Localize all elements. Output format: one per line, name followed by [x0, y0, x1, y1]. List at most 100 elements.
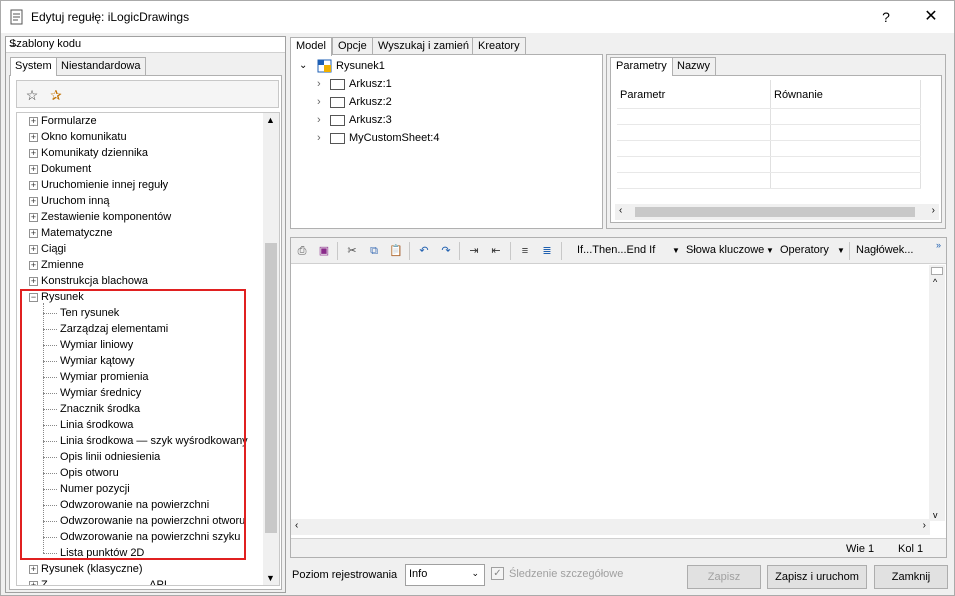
overflow-icon[interactable]: » [936, 240, 941, 250]
tab-names[interactable]: Nazwy [671, 57, 717, 75]
indent-icon[interactable]: ⇥ [466, 243, 482, 259]
scroll-up-icon[interactable]: ^ [933, 277, 937, 287]
sheet-icon [330, 79, 345, 90]
scroll-thumb[interactable] [635, 207, 915, 217]
save-button[interactable]: Zapisz [687, 565, 761, 589]
sheet-icon [330, 97, 345, 108]
print-preview-icon[interactable]: ▣ [316, 243, 332, 259]
expand-icon[interactable]: + [29, 277, 38, 286]
chevron-right-icon[interactable]: › [317, 112, 321, 128]
edit-favorite-icon[interactable]: ✰ [47, 86, 65, 104]
tab-search-replace[interactable]: Wyszukaj i zamień [372, 37, 475, 55]
sheet-label: Arkusz:2 [349, 96, 392, 108]
expand-icon[interactable]: + [29, 581, 38, 585]
tree-root-label: Rysunek1 [336, 60, 385, 72]
headers-dropdown[interactable]: Nagłówek... [856, 244, 913, 256]
sheet-label: Arkusz:3 [349, 114, 392, 126]
expand-icon[interactable]: + [29, 117, 38, 126]
column-equation[interactable]: Równanie [774, 89, 823, 101]
close-button[interactable]: Zamknij [874, 565, 948, 589]
grid-line [617, 156, 921, 157]
tree-item-label: Matematyczne [41, 227, 113, 239]
expand-icon[interactable]: + [29, 229, 38, 238]
print-icon[interactable]: ⎙ [294, 243, 310, 259]
tree-item-label: Formularze [41, 115, 97, 127]
expand-icon[interactable]: + [29, 197, 38, 206]
dialog-window: Edytuj regułę: iLogicDrawings ? ✕ Szablo… [0, 0, 955, 596]
tree-item-label: Dokument [41, 163, 92, 175]
scroll-thumb[interactable] [265, 243, 277, 533]
expand-icon[interactable]: + [29, 245, 38, 254]
paste-icon[interactable]: 📋 [388, 243, 404, 259]
copy-icon[interactable]: ⧉ [366, 243, 382, 259]
expand-icon[interactable]: + [29, 165, 38, 174]
expand-icon[interactable]: + [29, 181, 38, 190]
chevron-right-icon[interactable]: › [317, 94, 321, 110]
keywords-dropdown[interactable]: Słowa kluczowe [686, 244, 764, 256]
tree-item-label: Komunikaty dziennika [41, 147, 149, 159]
chevron-down-icon[interactable]: ▼ [672, 246, 680, 255]
scroll-right-icon[interactable]: › [923, 520, 926, 531]
scroll-down-icon[interactable]: ▼ [266, 573, 275, 583]
scroll-left-icon[interactable]: ‹ [619, 205, 622, 216]
column-parameter[interactable]: Parametr [620, 89, 665, 101]
highlight-box [20, 289, 246, 560]
line-number: Wie 1 [846, 543, 875, 555]
code-editor[interactable]: ⎙ ▣ ✂ ⧉ 📋 ↶ ↷ ⇥ ⇤ ≡ ≣ If...Then...End If… [290, 237, 947, 558]
expand-icon[interactable]: + [29, 213, 38, 222]
scroll-right-icon[interactable]: › [932, 205, 935, 216]
scroll-left-icon[interactable]: ‹ [295, 520, 298, 531]
chevron-down-icon[interactable]: ▼ [837, 246, 845, 255]
redo-icon[interactable]: ↷ [438, 243, 454, 259]
chevron-right-icon[interactable]: › [317, 130, 321, 146]
uncomment-icon[interactable]: ≣ [539, 243, 555, 259]
sheet-icon [330, 133, 345, 144]
tab-custom[interactable]: Niestandardowa [56, 57, 146, 75]
close-window-button[interactable]: ✕ [913, 5, 949, 29]
scroll-thumb[interactable] [931, 267, 943, 275]
log-level-select[interactable]: Info ⌄ [405, 564, 485, 586]
editor-vscrollbar[interactable]: ^ v [929, 265, 945, 521]
pin-icon[interactable]: ⊥ [9, 38, 279, 49]
window-title: Edytuj regułę: iLogicDrawings [31, 10, 190, 24]
tree-item-label: Uruchomienie innej reguły [41, 179, 169, 191]
undo-icon[interactable]: ↶ [416, 243, 432, 259]
comment-icon[interactable]: ≡ [517, 243, 533, 259]
scroll-up-icon[interactable]: ▲ [266, 115, 275, 125]
expand-icon[interactable]: + [29, 133, 38, 142]
editor-hscrollbar[interactable]: ‹ › [291, 519, 930, 535]
tab-model[interactable]: Model [290, 37, 332, 56]
tree-scrollbar[interactable]: ▲ ▼ [263, 113, 279, 585]
panel-header: Szablony kodu ⊥ [6, 37, 285, 53]
tree-item-label: Uruchom inną [41, 195, 110, 207]
tab-parameters[interactable]: Parametry [610, 57, 673, 76]
operators-dropdown[interactable]: Operatory [780, 244, 829, 256]
expand-icon[interactable]: + [29, 565, 38, 574]
grid-line [617, 172, 921, 173]
outdent-icon[interactable]: ⇤ [488, 243, 504, 259]
editor-toolbar: ⎙ ▣ ✂ ⧉ 📋 ↶ ↷ ⇥ ⇤ ≡ ≣ If...Then...End If… [291, 238, 946, 264]
cut-icon[interactable]: ✂ [344, 243, 360, 259]
chevron-right-icon[interactable]: › [317, 76, 321, 92]
tab-options[interactable]: Opcje [332, 37, 373, 55]
params-hscrollbar[interactable]: ‹ › [615, 204, 939, 220]
model-tree-panel: ⌄ Rysunek1 › Arkusz:1 › Arkusz:2 › Arkusz:3 › M… [290, 54, 603, 229]
tree-item-label: Okno komunikatu [41, 131, 127, 143]
tab-wizards[interactable]: Kreatory [472, 37, 526, 55]
expand-icon[interactable]: + [29, 149, 38, 158]
column-number: Kol 1 [898, 543, 924, 555]
help-button[interactable]: ? [871, 5, 901, 29]
chevron-down-icon[interactable]: ⌄ [299, 58, 307, 74]
grid-line [617, 108, 921, 109]
tree-item-label: Rysunek (klasyczne) [41, 563, 143, 575]
save-and-run-button[interactable]: Zapisz i uruchom [767, 565, 867, 589]
detailed-tracking-checkbox[interactable]: ✓ [491, 567, 504, 580]
sheet-icon [330, 115, 345, 126]
expand-icon[interactable]: + [29, 261, 38, 270]
chevron-down-icon[interactable]: ▼ [766, 246, 774, 255]
tab-system[interactable]: System [10, 57, 57, 76]
scroll-down-icon[interactable]: v [933, 510, 938, 520]
grid-line [617, 140, 921, 141]
add-favorite-icon[interactable]: ☆ [23, 86, 41, 104]
if-then-button[interactable]: If...Then...End If [577, 244, 655, 256]
